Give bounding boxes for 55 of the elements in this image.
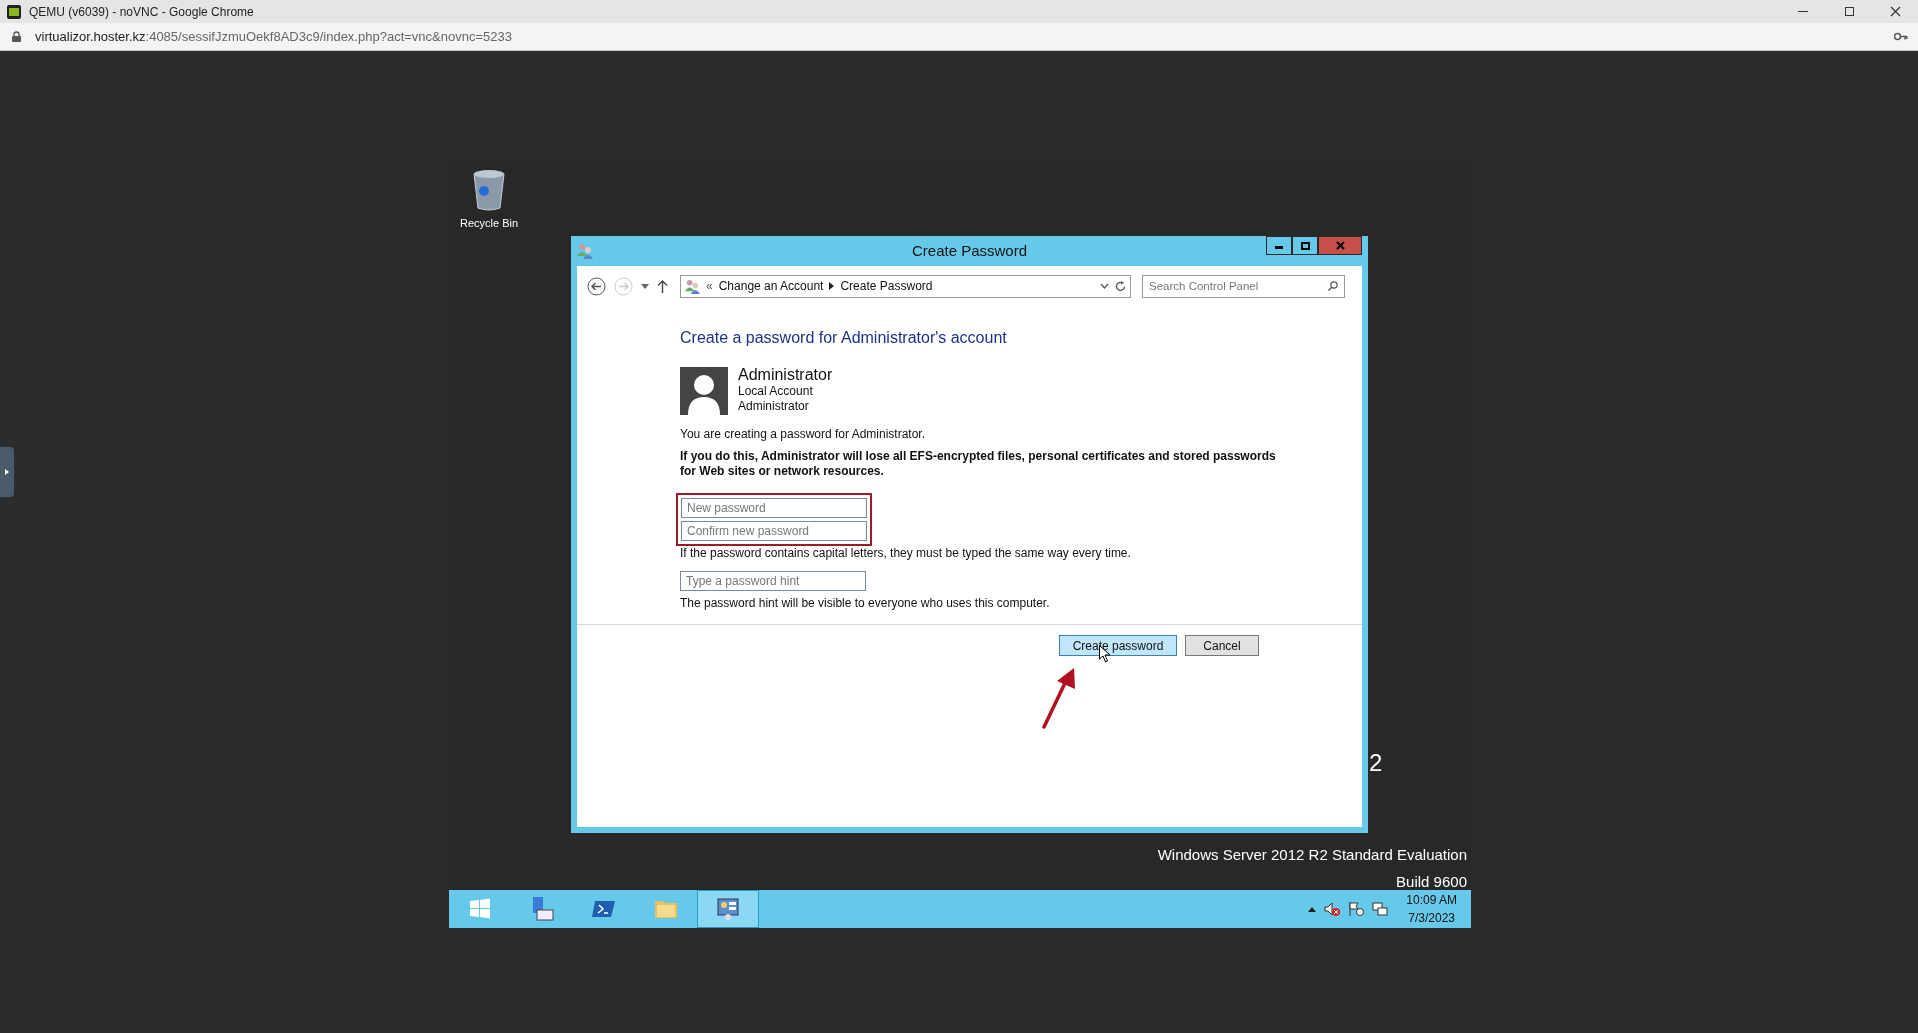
create-password-button[interactable]: Create password [1059,635,1177,656]
browser-title: QEMU (v6039) - noVNC - Google Chrome [29,3,254,21]
breadcrumb-overflow[interactable]: « [706,277,713,295]
chevron-down-icon[interactable] [1100,283,1109,289]
up-arrow-icon[interactable] [657,279,668,293]
breadcrumb-item[interactable]: Change an Account [718,277,824,295]
users-icon [577,243,593,259]
maximize-button[interactable] [1292,236,1318,255]
chevron-icon[interactable] [829,282,835,290]
capital-letters-note: If the password contains capital letters, they must be typed the same way every time. [680,545,1132,562]
flag-icon[interactable] [1348,901,1365,917]
clock-date[interactable]: 7/3/2023 [1408,909,1455,927]
hint-note: The password hint will be visible to everyone who uses this computer. [680,595,1051,612]
breadcrumb-item[interactable]: Create Password [840,277,933,295]
password-field[interactable]: Confirm new password [681,521,867,541]
branding-text: Windows Server 2012 R2 Standard Evaluation [1157,845,1467,865]
address-bar[interactable]: virtualizor.hoster.kz:4085/sessifJzmuOekf8AD3c9/index.php?act=vnc&novnc=5233 [35,26,512,47]
hint-field[interactable]: Type a password hint [680,571,866,591]
search-icon[interactable] [1328,281,1338,291]
icon-label[interactable]: Recycle Bin [459,215,519,232]
branding-text: Build 9600 [1396,871,1467,892]
user-avatar [680,367,728,415]
speaker-muted-icon[interactable] [1324,901,1341,917]
annotation-arrow [1041,667,1077,729]
taskbar-button[interactable] [697,890,759,928]
branding-text: 2 [1369,748,1383,778]
address-box[interactable]: « Change an Account Create Password [680,274,1131,298]
control-panel-icon [716,897,740,921]
window-title: Create Password [911,240,1028,261]
refresh-icon[interactable] [1115,280,1126,292]
network-icon[interactable] [1372,901,1389,917]
page-heading: Create a password for Administrator's account [680,328,1007,348]
app-icon [7,4,21,19]
clock-time[interactable]: 10:09 AM [1406,891,1457,909]
back-icon[interactable] [587,276,606,296]
intro-text: You are creating a password for Administrator. [680,426,927,443]
cancel-button[interactable]: Cancel [1185,635,1259,656]
search-field[interactable]: Search Control Panel [1142,274,1345,298]
recycle-bin-icon[interactable] [472,169,506,211]
warning-text: If you do this, Administrator will lose all EFS-encrypted files, personal certificates and stored passwords for Web sites or network resources. [680,449,1277,479]
close-icon[interactable] [1335,241,1345,250]
account-name: Administrator [738,365,833,384]
users-icon [685,278,700,294]
account-role: Administrator [738,399,810,414]
dropdown-icon[interactable] [641,283,649,289]
server-icon [530,897,554,921]
lock-icon [12,31,21,42]
windows-logo-icon [468,897,492,921]
password-field[interactable]: New password [681,498,867,518]
minimize-button[interactable] [1266,236,1292,255]
sidebar-handle[interactable] [0,447,14,497]
close-button[interactable] [1318,236,1362,255]
account-type: Local Account [738,384,814,399]
caret-icon[interactable] [1308,906,1317,912]
key-icon[interactable] [1894,32,1908,41]
